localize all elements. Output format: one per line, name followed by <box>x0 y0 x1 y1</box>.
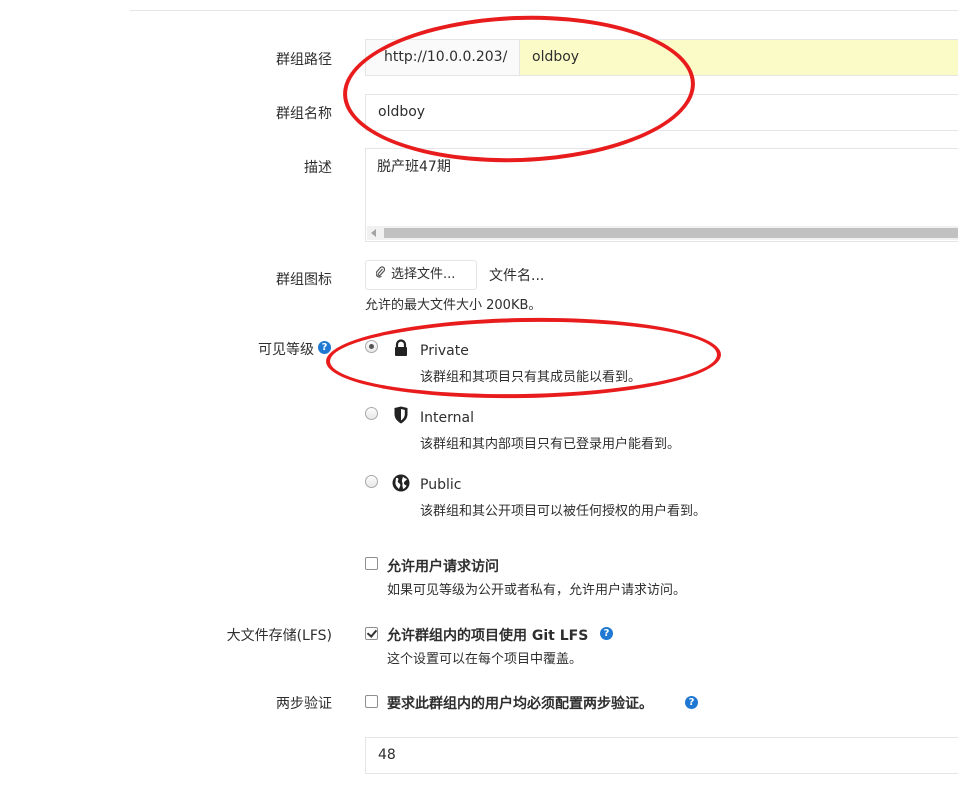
avatar-help-text: 允许的最大文件大小 200KB。 <box>365 298 542 313</box>
top-divider <box>130 10 958 11</box>
scroll-thumb[interactable] <box>384 228 958 238</box>
two-factor-checkbox[interactable] <box>365 695 378 708</box>
choose-file-button[interactable]: 选择文件... <box>365 260 477 290</box>
avatar-label: 群组图标 <box>276 272 332 288</box>
lfs-help-icon[interactable]: ? <box>600 627 613 640</box>
lfs-checkbox[interactable] <box>365 627 378 640</box>
paperclip-icon <box>375 261 386 289</box>
request-access-desc: 如果可见等级为公开或者私有，允许用户请求访问。 <box>387 583 687 598</box>
file-name-text: 文件名... <box>489 268 545 284</box>
group-path-label: 群组路径 <box>276 52 332 68</box>
visibility-help-icon[interactable]: ? <box>318 341 331 354</box>
two-factor-title: 要求此群组内的用户均必须配置两步验证。 <box>387 696 653 712</box>
visibility-internal-radio[interactable] <box>365 407 378 420</box>
scroll-left-arrow-icon[interactable] <box>371 229 376 237</box>
annotation-circle-path <box>340 9 698 169</box>
lfs-label: 大文件存储(LFS) <box>226 628 332 644</box>
description-text: 脱产班47期 <box>377 159 451 175</box>
description-label: 描述 <box>304 160 332 176</box>
choose-file-label: 选择文件... <box>391 267 456 282</box>
globe-icon <box>392 474 410 496</box>
shield-icon <box>393 406 409 428</box>
annotation-circle-visibility <box>325 314 722 402</box>
visibility-public-title: Public <box>420 477 462 493</box>
visibility-internal-desc: 该群组和其内部项目只有已登录用户能看到。 <box>420 437 681 452</box>
two-factor-help-icon[interactable]: ? <box>685 696 698 709</box>
group-name-label: 群组名称 <box>276 106 332 122</box>
lfs-title: 允许群组内的项目使用 Git LFS <box>387 628 589 644</box>
description-scrollbar[interactable] <box>367 226 958 240</box>
visibility-label: 可见等级 <box>258 342 314 358</box>
lfs-desc: 这个设置可以在每个项目中覆盖。 <box>387 652 583 667</box>
visibility-public-desc: 该群组和其公开项目可以被任何授权的用户看到。 <box>420 504 707 519</box>
request-access-checkbox[interactable] <box>365 557 378 570</box>
visibility-public-radio[interactable] <box>365 475 378 488</box>
two-factor-label: 两步验证 <box>276 696 332 712</box>
visibility-internal-title: Internal <box>420 410 474 426</box>
description-textarea[interactable]: 脱产班47期 <box>365 148 958 242</box>
request-access-title: 允许用户请求访问 <box>387 559 499 575</box>
grace-period-input[interactable]: 48 <box>365 737 958 774</box>
